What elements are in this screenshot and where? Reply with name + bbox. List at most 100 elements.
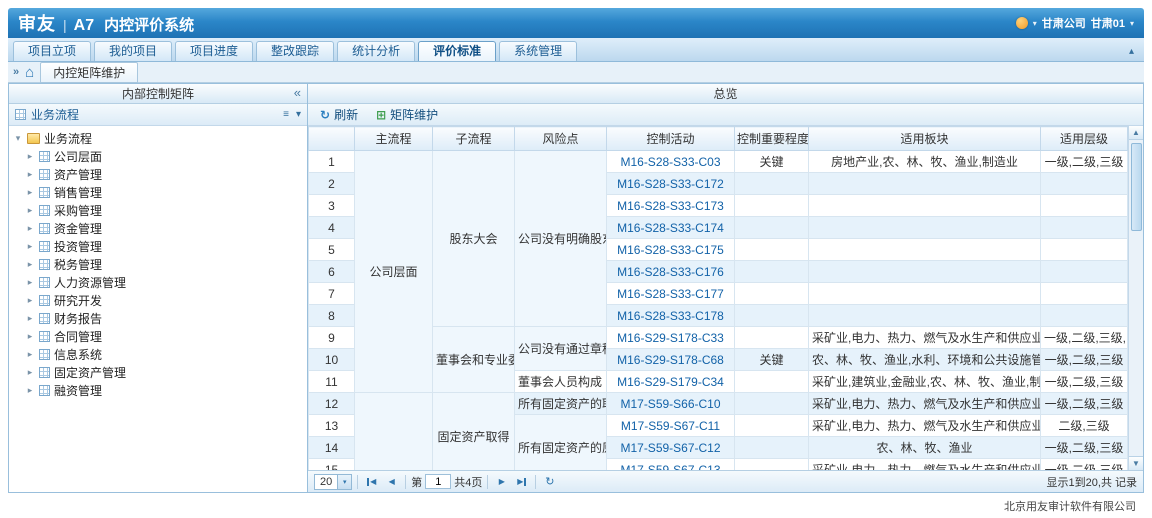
tree-expand-icon[interactable]: ▸: [25, 385, 35, 396]
nav-tab-6[interactable]: 评价标准: [418, 41, 496, 61]
nav-tab-5[interactable]: 统计分析: [337, 41, 415, 61]
table-cell: 所有固定资产的原: [515, 415, 607, 471]
table-cell: 公司没有通过章程: [515, 327, 607, 371]
collapse-tabs-icon[interactable]: ▴: [1124, 46, 1139, 61]
tree-expand-icon[interactable]: ▸: [25, 259, 35, 270]
control-activity-link[interactable]: M16-S28-S33-C175: [617, 243, 724, 257]
tree-expand-icon[interactable]: ▸: [25, 277, 35, 288]
tree-expand-icon[interactable]: ▸: [25, 295, 35, 306]
column-header-2[interactable]: 主流程: [355, 127, 433, 151]
user-caret-icon: ▾: [1130, 19, 1134, 28]
column-header-3[interactable]: 子流程: [433, 127, 515, 151]
table-cell: 一级,二级,三级: [1041, 437, 1128, 459]
scrollbar-thumb[interactable]: [1131, 143, 1142, 231]
tree-expand-icon[interactable]: ▸: [25, 169, 35, 180]
tree-expand-icon[interactable]: ▸: [25, 241, 35, 252]
process-node-icon: [39, 331, 50, 342]
control-activity-link[interactable]: M17-S59-S66-C10: [620, 397, 720, 411]
expand-panel-icon[interactable]: »: [13, 66, 19, 78]
nav-tab-4[interactable]: 整改跟踪: [256, 41, 334, 61]
control-activity-link[interactable]: M16-S28-S33-C174: [617, 221, 724, 235]
tree-filter-caret-icon[interactable]: ▾: [296, 109, 301, 120]
page-number-input[interactable]: [425, 474, 451, 489]
left-panel-title: 内部控制矩阵: [122, 85, 194, 102]
process-node-icon: [39, 385, 50, 396]
control-activity-link[interactable]: M17-S59-S67-C11: [621, 419, 720, 433]
control-activity-link[interactable]: M16-S28-S33-C177: [617, 287, 724, 301]
first-page-button[interactable]: ◀: [363, 474, 380, 490]
prev-page-button[interactable]: ◀: [383, 474, 400, 490]
tree-item[interactable]: ▸融资管理: [11, 381, 305, 399]
process-node-icon: [39, 313, 50, 324]
control-activity-link[interactable]: M17-S59-S67-C12: [620, 441, 720, 455]
tree-expand-icon[interactable]: ▸: [25, 151, 35, 162]
tree-item[interactable]: ▸资产管理: [11, 165, 305, 183]
tree-expand-icon[interactable]: ▸: [25, 313, 35, 324]
tab-strip: 项目立项我的项目项目进度整改跟踪统计分析评价标准系统管理: [13, 41, 577, 61]
tree-item[interactable]: ▸人力资源管理: [11, 273, 305, 291]
process-node-icon: [39, 295, 50, 306]
folder-icon: [27, 133, 40, 144]
tree-item[interactable]: ▸ 研究开发: [11, 291, 305, 309]
next-page-button[interactable]: ▶: [493, 474, 510, 490]
control-activity-link[interactable]: M16-S28-S33-C03: [620, 155, 720, 169]
page-size-select[interactable]: 20 ▾: [314, 474, 352, 490]
tree-expand-icon[interactable]: ▸: [25, 349, 35, 360]
tree-item[interactable]: ▸销售管理: [11, 183, 305, 201]
table-cell: 房地产业,农、林、牧、渔业,制造业: [809, 151, 1041, 173]
nav-tab-7[interactable]: 系统管理: [499, 41, 577, 61]
control-activity-link[interactable]: M16-S28-S33-C178: [617, 309, 724, 323]
tree-expand-icon[interactable]: ▸: [25, 205, 35, 216]
nav-tab-2[interactable]: 我的项目: [94, 41, 172, 61]
collapse-left-panel-icon[interactable]: «: [294, 85, 301, 100]
scroll-down-icon[interactable]: ▼: [1129, 456, 1143, 470]
tree-item[interactable]: ▸采购管理: [11, 201, 305, 219]
control-activity-link[interactable]: M16-S28-S33-C172: [617, 177, 724, 191]
tree-item[interactable]: ▸合同管理: [11, 327, 305, 345]
tree-item[interactable]: ▸固定资产管理: [11, 363, 305, 381]
tree-item[interactable]: ▸财务报告: [11, 309, 305, 327]
control-activity-link[interactable]: M16-S29-S178-C33: [617, 331, 724, 345]
control-activity-link[interactable]: M16-S29-S178-C68: [617, 353, 724, 367]
table-cell: M17-S59-S67-C12: [607, 437, 735, 459]
reload-grid-icon[interactable]: ↻: [541, 474, 558, 490]
column-header-7[interactable]: 适用板块: [809, 127, 1041, 151]
tree-item[interactable]: ▸公司层面: [11, 147, 305, 165]
tree-expand-icon[interactable]: ▸: [25, 331, 35, 342]
refresh-button[interactable]: ↻ 刷新: [312, 104, 366, 125]
column-header-1[interactable]: [309, 127, 355, 151]
control-activity-link[interactable]: M16-S29-S179-C34: [617, 375, 724, 389]
vertical-scrollbar[interactable]: ▲ ▼: [1128, 126, 1143, 470]
table-cell: M16-S28-S33-C178: [607, 305, 735, 327]
control-activity-link[interactable]: M17-S59-S67-C13: [620, 463, 720, 471]
column-header-4[interactable]: 风险点: [515, 127, 607, 151]
column-header-5[interactable]: 控制活动: [607, 127, 735, 151]
scroll-up-icon[interactable]: ▲: [1129, 126, 1143, 140]
nav-tab-1[interactable]: 项目立项: [13, 41, 91, 61]
table-cell: M16-S28-S33-C173: [607, 195, 735, 217]
tree-item[interactable]: ▸税务管理: [11, 255, 305, 273]
tree-item[interactable]: ▸投资管理: [11, 237, 305, 255]
tree-expand-icon[interactable]: ▸: [25, 223, 35, 234]
tree-root[interactable]: ▾ 业务流程: [11, 129, 305, 147]
matrix-maintain-button[interactable]: ⊞ 矩阵维护: [368, 104, 446, 125]
control-activity-link[interactable]: M16-S28-S33-C173: [617, 199, 724, 213]
nav-tab-3[interactable]: 项目进度: [175, 41, 253, 61]
tree-expand-icon[interactable]: ▸: [25, 367, 35, 378]
tree-item[interactable]: ▸资金管理: [11, 219, 305, 237]
user-menu[interactable]: ▾ 甘肃公司 甘肃01 ▾: [1016, 15, 1134, 31]
breadcrumb-current[interactable]: 内控矩阵维护: [40, 62, 138, 83]
tree-item[interactable]: ▸信息系统: [11, 345, 305, 363]
column-header-6[interactable]: 控制重要程度: [735, 127, 809, 151]
pagination-bar: 20 ▾ ◀ ◀ 第 共4页 ▶ ▶ ↻ 显示1到20,共 记录: [308, 470, 1143, 492]
matrix-icon: ⊞: [376, 109, 386, 121]
tree-expand-icon[interactable]: ▸: [25, 187, 35, 198]
table-cell: 所有固定资产的取得和记录是: [515, 393, 607, 415]
tree-item-label: 研究开发: [54, 292, 102, 309]
column-header-8[interactable]: 适用层级: [1041, 127, 1128, 151]
home-icon[interactable]: ⌂: [25, 65, 34, 80]
tree-collapse-icon[interactable]: ▾: [13, 133, 23, 144]
control-activity-link[interactable]: M16-S28-S33-C176: [617, 265, 724, 279]
last-page-button[interactable]: ▶: [513, 474, 530, 490]
tree-menu-icon[interactable]: ≡: [283, 109, 289, 120]
